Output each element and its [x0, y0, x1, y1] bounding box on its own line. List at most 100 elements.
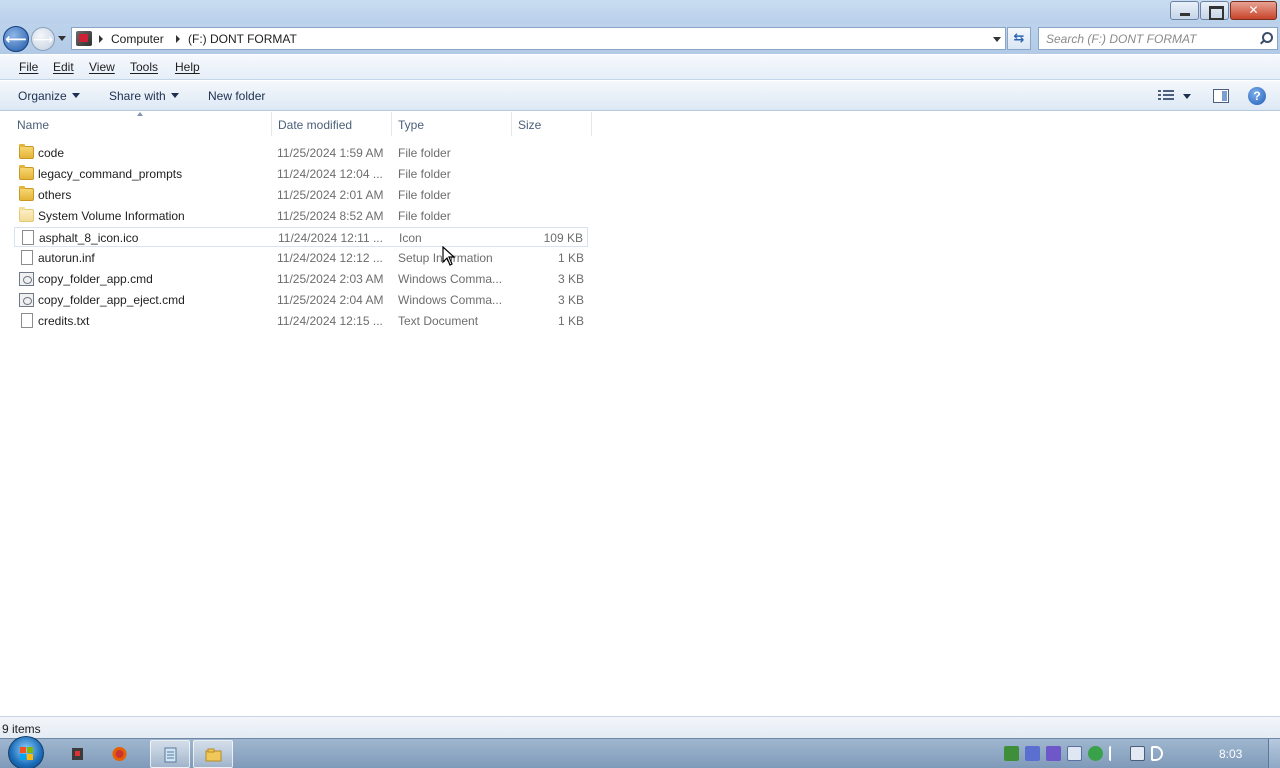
file-size: 1 KB [557, 251, 584, 265]
file-row[interactable]: asphalt_8_icon.ico 11/24/2024 12:11 ... … [14, 227, 588, 247]
file-size: 3 KB [557, 272, 584, 286]
share-with-label: Share with [109, 89, 166, 103]
file-row[interactable]: others 11/25/2024 2:01 AM File folder [14, 185, 588, 205]
security-check-icon[interactable] [1088, 746, 1103, 761]
column-type[interactable]: Type [398, 118, 424, 132]
file-name: System Volume Information [38, 209, 185, 223]
file-type: Windows Comma... [398, 272, 503, 286]
close-button[interactable] [1230, 1, 1277, 20]
change-view-icon[interactable] [1158, 90, 1174, 102]
column-date-modified[interactable]: Date modified [278, 118, 352, 132]
search-input[interactable]: Search (F:) DONT FORMAT [1046, 32, 1196, 46]
menu-bar: File Edit View Tools Help [0, 55, 1280, 80]
command-bar: Organize Share with New folder ? [0, 81, 1280, 111]
file-size: 3 KB [557, 293, 584, 307]
search-icon[interactable] [1260, 32, 1273, 44]
breadcrumb-chevron-icon[interactable] [176, 35, 180, 43]
start-button[interactable] [8, 736, 44, 768]
help-icon[interactable]: ? [1248, 87, 1266, 105]
file-name: autorun.inf [38, 251, 95, 265]
network-icon[interactable] [1130, 746, 1145, 761]
show-desktop-button[interactable] [1268, 739, 1280, 768]
column-divider[interactable] [511, 112, 512, 136]
action-center-flag-icon[interactable] [1109, 746, 1124, 761]
app-icon [72, 748, 83, 760]
mouse-cursor-icon [442, 246, 456, 266]
file-type: File folder [398, 209, 451, 223]
column-divider[interactable] [271, 112, 272, 136]
preview-pane-icon[interactable] [1213, 89, 1229, 103]
file-name: legacy_command_prompts [38, 167, 183, 181]
file-icon [21, 250, 33, 265]
file-date: 11/25/2024 2:01 AM [277, 188, 384, 202]
file-date: 11/25/2024 2:04 AM [277, 293, 384, 307]
breadcrumb-drive[interactable]: (F:) DONT FORMAT [188, 32, 297, 46]
chevron-down-icon [71, 93, 80, 98]
file-date: 11/24/2024 12:15 ... [277, 314, 383, 328]
organize-button[interactable]: Organize [18, 89, 80, 103]
minimize-button[interactable] [1170, 1, 1199, 20]
notepad-icon [164, 747, 177, 763]
file-size: 109 KB [543, 231, 583, 245]
tray-app-icon[interactable] [1046, 746, 1061, 761]
view-options-dropdown-icon[interactable] [1183, 94, 1191, 99]
clock[interactable]: 8:03 [1219, 747, 1242, 761]
file-date: 11/24/2024 12:04 ... [277, 167, 383, 181]
taskbar-firefox-button[interactable] [100, 740, 140, 768]
menu-tools[interactable]: Tools [130, 60, 158, 74]
item-count: 9 items [2, 722, 41, 736]
chevron-down-icon [170, 93, 179, 98]
network-drive-icon[interactable] [1004, 746, 1019, 761]
file-row[interactable]: copy_folder_app.cmd 11/25/2024 2:03 AM W… [14, 269, 588, 289]
column-size[interactable]: Size [518, 118, 541, 132]
file-name: code [38, 146, 65, 160]
file-type: Icon [399, 231, 422, 245]
menu-help[interactable]: Help [175, 60, 200, 74]
menu-view[interactable]: View [89, 60, 115, 74]
file-type: Windows Comma... [398, 293, 503, 307]
menu-file[interactable]: File [19, 60, 38, 74]
cmd-file-icon [19, 293, 34, 307]
file-icon [22, 230, 34, 245]
file-row[interactable]: System Volume Information 11/25/2024 8:5… [14, 206, 588, 226]
back-button[interactable] [3, 26, 29, 52]
recent-pages-dropdown[interactable] [57, 33, 67, 43]
file-date: 11/25/2024 8:52 AM [277, 209, 384, 223]
file-row[interactable]: legacy_command_prompts 11/24/2024 12:04 … [14, 164, 588, 184]
file-date: 11/24/2024 12:12 ... [277, 251, 383, 265]
refresh-button[interactable] [1007, 27, 1031, 50]
organize-label: Organize [18, 89, 67, 103]
search-box[interactable]: Search (F:) DONT FORMAT [1038, 27, 1278, 50]
firefox-icon [112, 747, 127, 761]
file-row[interactable]: copy_folder_app_eject.cmd 11/25/2024 2:0… [14, 290, 588, 310]
column-headers: Name Date modified Type Size [0, 112, 1280, 137]
new-folder-button[interactable]: New folder [208, 89, 265, 103]
microphone-icon[interactable] [1025, 746, 1040, 761]
document-icon[interactable] [1067, 746, 1082, 761]
volume-icon[interactable] [1151, 746, 1163, 761]
address-bar[interactable]: Computer (F:) DONT FORMAT [71, 27, 1006, 50]
breadcrumb-computer[interactable]: Computer [111, 32, 164, 46]
column-name[interactable]: Name [17, 118, 49, 132]
taskbar-notepad-button[interactable] [150, 740, 190, 768]
taskbar-app-button[interactable] [58, 740, 98, 768]
folder-icon [19, 186, 34, 201]
forward-button[interactable] [31, 27, 55, 51]
file-name: copy_folder_app_eject.cmd [38, 293, 185, 307]
taskbar-explorer-button[interactable] [193, 740, 233, 768]
column-divider[interactable] [591, 112, 592, 136]
column-divider[interactable] [391, 112, 392, 136]
file-row[interactable]: credits.txt 11/24/2024 12:15 ... Text Do… [14, 311, 588, 331]
title-bar [0, 0, 1280, 24]
file-row[interactable]: code 11/25/2024 1:59 AM File folder [14, 143, 588, 163]
maximize-button[interactable] [1200, 1, 1229, 20]
status-bar: 9 items [0, 716, 1280, 738]
file-row[interactable]: autorun.inf 11/24/2024 12:12 ... Setup I… [14, 248, 588, 268]
file-type: File folder [398, 146, 451, 160]
menu-edit[interactable]: Edit [53, 60, 74, 74]
breadcrumb-chevron-icon[interactable] [99, 35, 103, 43]
file-type: File folder [398, 188, 451, 202]
share-with-button[interactable]: Share with [109, 89, 179, 103]
address-dropdown-icon[interactable] [993, 37, 1001, 42]
folder-icon [19, 144, 34, 159]
